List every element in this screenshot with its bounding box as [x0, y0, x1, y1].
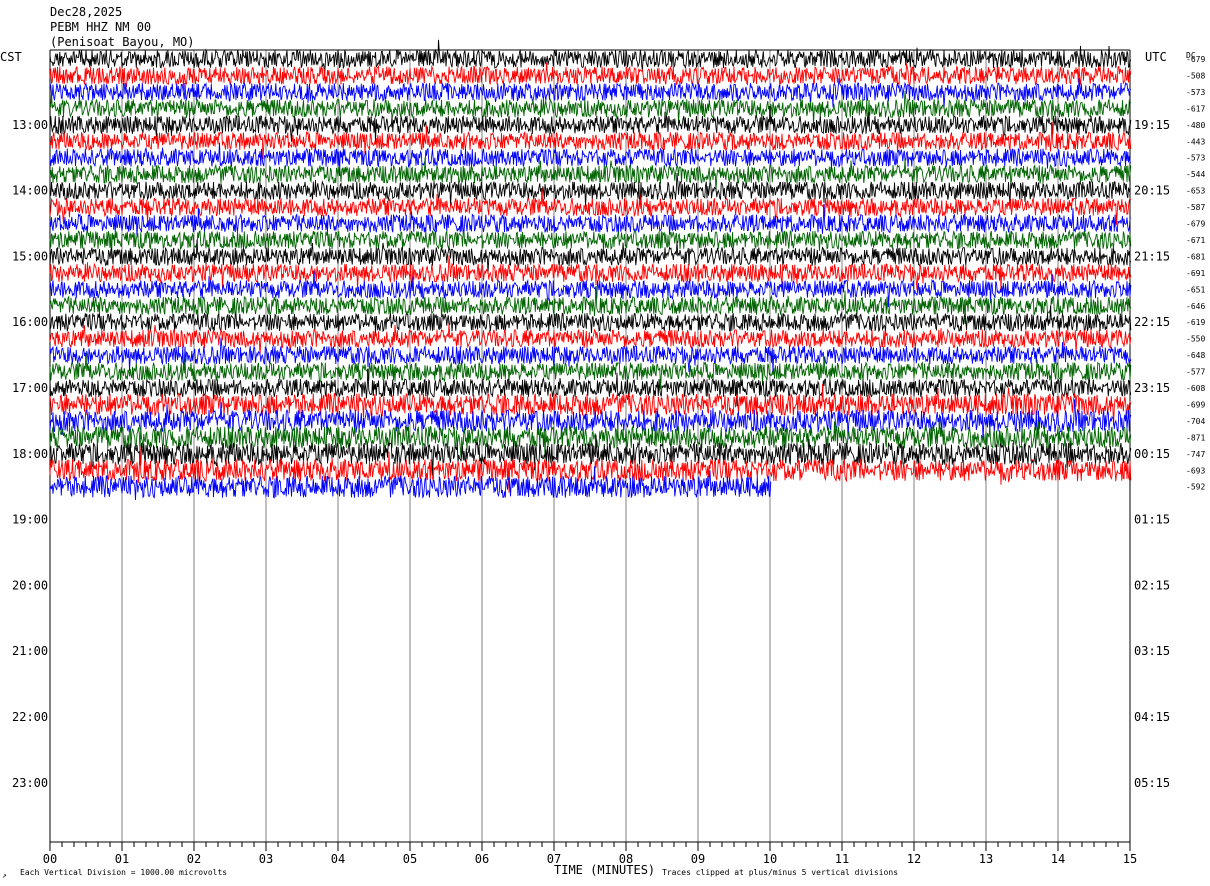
dc-offset-label: -681 [1186, 252, 1205, 261]
left-time-label: 23:00 [12, 776, 48, 790]
left-time-labels: 13:00 14:00 15:00 16:00 17:00 18:00 19:00 20:00… [12, 118, 48, 790]
corner-mark-icon: ↗ [2, 871, 7, 880]
right-time-label: 23:15 [1134, 381, 1170, 395]
left-time-label: 14:00 [12, 184, 48, 198]
dc-offset-label: -550 [1186, 335, 1205, 344]
dc-offset-label: -544 [1186, 170, 1205, 179]
dc-offset-label: -691 [1186, 269, 1205, 278]
station-label: PEBM HHZ NM 00 [50, 20, 151, 34]
x-tick-label: 09 [691, 852, 705, 866]
helicorder-plot: Dec28,2025 PEBM HHZ NM 00 (Penisoat Bayo… [0, 5, 1205, 880]
scale-note: Each Vertical Division = 1000.00 microvo… [20, 868, 227, 877]
dc-offset-label: -592 [1186, 483, 1205, 492]
left-timezone-label: CST [0, 50, 22, 64]
dc-offset-label: -573 [1186, 154, 1205, 163]
dc-offset-label: -646 [1186, 302, 1205, 311]
dc-offset-label: -651 [1186, 285, 1205, 294]
left-time-label: 18:00 [12, 447, 48, 461]
left-time-label: 17:00 [12, 381, 48, 395]
trace-row [49, 62, 1132, 91]
dc-offset-label: -480 [1186, 121, 1205, 130]
right-time-label: 00:15 [1134, 447, 1170, 461]
x-tick-label: 01 [115, 852, 129, 866]
dc-offset-label: -619 [1186, 318, 1205, 327]
x-tick-label: 06 [475, 852, 489, 866]
right-time-labels: 19:15 20:15 21:15 22:15 23:15 00:15 01:15 02:15… [1134, 118, 1170, 790]
x-tick-label: 12 [907, 852, 921, 866]
x-tick-label: 10 [763, 852, 777, 866]
dc-offset-labels: -679 -508 -573 -617 -480 -443 -573 -544 -653 -587… [1186, 55, 1205, 492]
right-time-label: 19:15 [1134, 118, 1170, 132]
left-time-label: 20:00 [12, 578, 48, 592]
dc-offset-label: -648 [1186, 351, 1205, 360]
left-time-label: 15:00 [12, 249, 48, 263]
x-tick-label: 14 [1051, 852, 1065, 866]
dc-offset-label: -871 [1186, 433, 1205, 442]
location-label: (Penisoat Bayou, MO) [50, 35, 195, 49]
right-time-label: 04:15 [1134, 710, 1170, 724]
left-time-label: 22:00 [12, 710, 48, 724]
x-tick-label: 04 [331, 852, 345, 866]
dc-offset-label: -577 [1186, 368, 1205, 377]
x-tick-label: 13 [979, 852, 993, 866]
left-time-label: 21:00 [12, 644, 48, 658]
x-tick-label: 03 [259, 852, 273, 866]
dc-offset-label: -679 [1186, 220, 1205, 229]
left-time-label: 13:00 [12, 118, 48, 132]
seismic-traces [49, 39, 1132, 501]
right-time-label: 22:15 [1134, 315, 1170, 329]
right-time-label: 02:15 [1134, 578, 1170, 592]
dc-offset-label: -617 [1186, 104, 1205, 113]
left-time-label: 19:00 [12, 513, 48, 527]
dc-offset-label: -508 [1186, 71, 1205, 80]
dc-offset-label: -443 [1186, 137, 1205, 146]
dc-offset-label: -587 [1186, 203, 1205, 212]
dc-offset-label: -671 [1186, 236, 1205, 245]
dc-offset-label: -573 [1186, 88, 1205, 97]
dc-offset-label: -693 [1186, 466, 1205, 475]
dc-offset-label: -747 [1186, 450, 1205, 459]
dc-offset-label: -699 [1186, 400, 1205, 409]
x-tick-label: 00 [43, 852, 57, 866]
right-time-label: 21:15 [1134, 249, 1170, 263]
right-time-label: 20:15 [1134, 184, 1170, 198]
left-time-label: 16:00 [12, 315, 48, 329]
date-label: Dec28,2025 [50, 5, 122, 19]
clip-note: Traces clipped at plus/minus 5 vertical … [662, 868, 898, 877]
x-axis-title: TIME (MINUTES) [554, 863, 655, 877]
x-tick-label: 02 [187, 852, 201, 866]
dc-offset-label: -704 [1186, 417, 1205, 426]
right-time-label: 05:15 [1134, 776, 1170, 790]
right-time-label: 03:15 [1134, 644, 1170, 658]
x-tick-label: 05 [403, 852, 417, 866]
x-tick-label: 15 [1123, 852, 1137, 866]
x-tick-label: 11 [835, 852, 849, 866]
right-timezone-label: UTC [1145, 50, 1167, 64]
right-time-label: 01:15 [1134, 513, 1170, 527]
dc-offset-label: -608 [1186, 384, 1205, 393]
dc-offset-label: -653 [1186, 187, 1205, 196]
dc-offset-label: -679 [1186, 55, 1205, 64]
